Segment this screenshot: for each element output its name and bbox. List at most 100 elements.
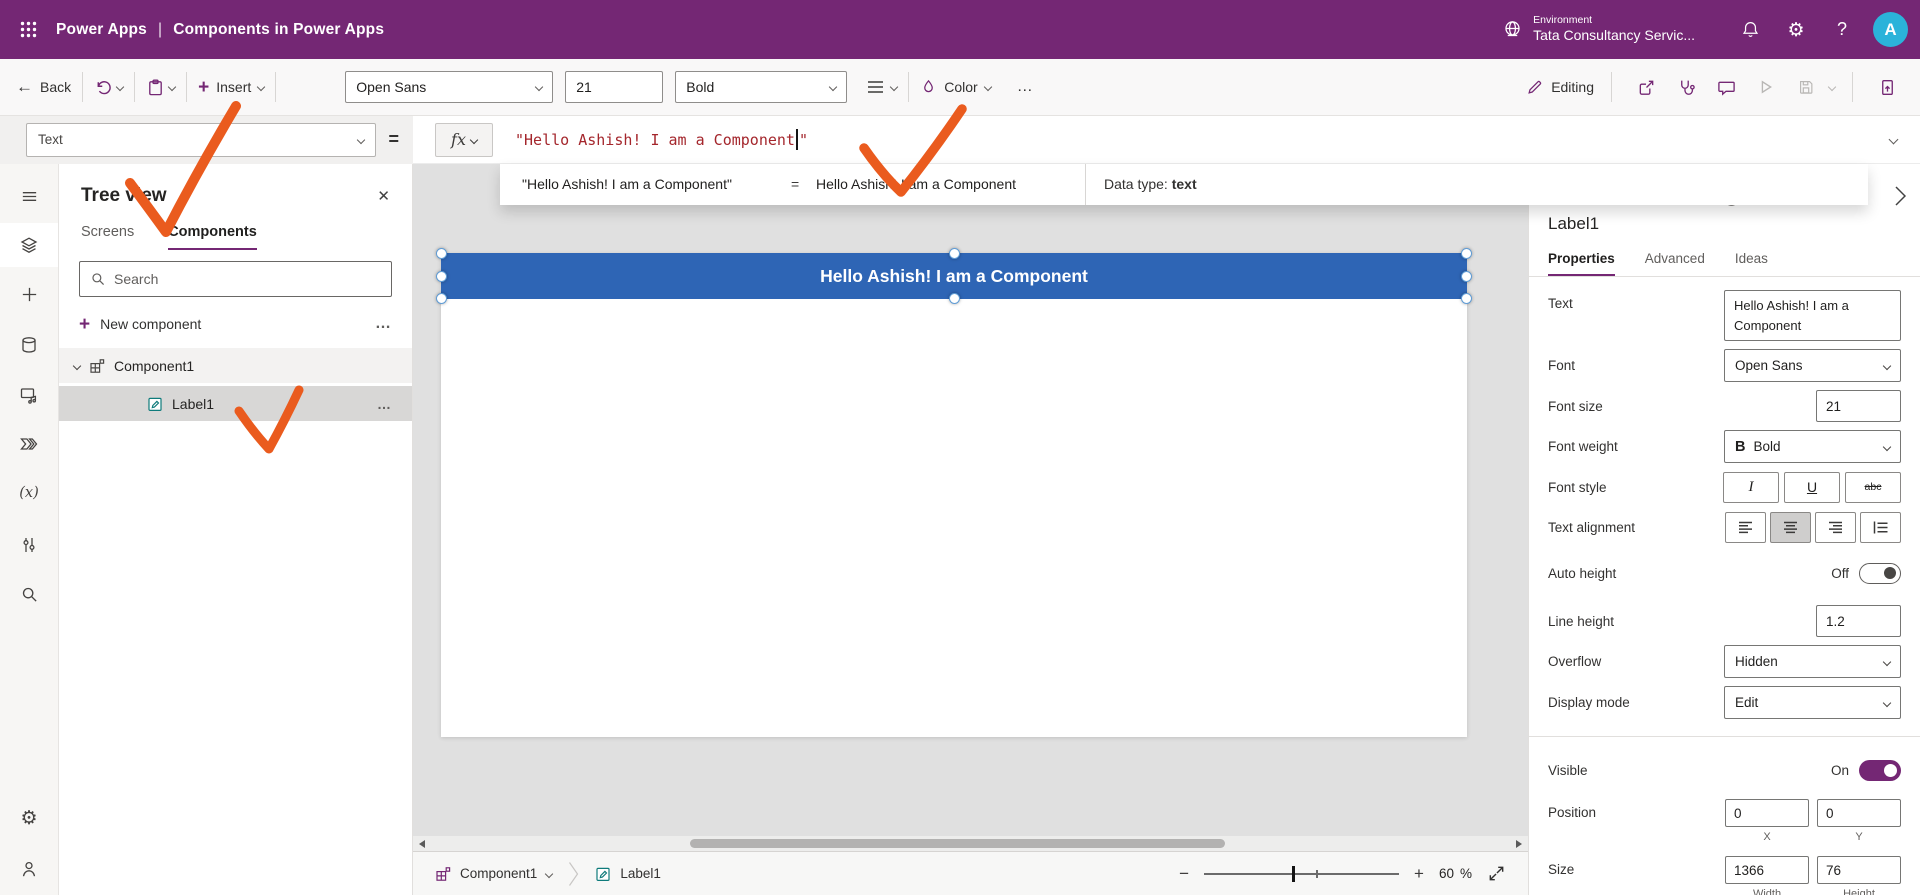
resize-handle-middle-left[interactable] [436, 271, 447, 282]
tree-item-component1[interactable]: Component1 [59, 348, 412, 383]
share-button[interactable] [1629, 70, 1663, 104]
rail-search-button[interactable] [0, 572, 58, 616]
design-canvas[interactable]: Hello Ashish! I am a Component [413, 164, 1528, 851]
breadcrumb-component[interactable]: Component1 [435, 866, 554, 882]
text-alignment-button[interactable] [867, 80, 899, 94]
position-y-input[interactable] [1817, 799, 1901, 827]
label1-control[interactable]: Hello Ashish! I am a Component [436, 248, 1472, 304]
comments-button[interactable] [1709, 70, 1743, 104]
intellisense-expression[interactable]: "Hello Ashish! I am a Component" [522, 176, 732, 192]
font-weight-property-value: Bold [1753, 439, 1781, 454]
save-dropdown[interactable] [1827, 82, 1837, 92]
size-width-input[interactable] [1725, 856, 1809, 884]
environment-picker[interactable]: Environment Tata Consultancy Servic... [1502, 14, 1695, 45]
font-family-dropdown[interactable]: Open Sans [345, 71, 554, 103]
tree-search-input[interactable] [114, 271, 381, 287]
resize-handle-top-right[interactable] [1461, 248, 1472, 259]
zoom-out-button[interactable]: − [1179, 864, 1189, 884]
visible-toggle[interactable] [1859, 759, 1901, 781]
size-height-input[interactable] [1817, 856, 1901, 884]
fullscreen-expand-icon[interactable] [1487, 864, 1506, 883]
formula-input[interactable]: "Hello Ashish! I am a Component " [493, 116, 1866, 164]
resize-handle-bottom-middle[interactable] [949, 293, 960, 304]
insert-button[interactable]: + Insert [198, 78, 266, 97]
scroll-right-arrow[interactable] [1516, 839, 1522, 848]
app-name[interactable]: Power Apps [56, 21, 147, 39]
tree-item-label1[interactable]: Label1 … [59, 386, 412, 421]
paste-button[interactable] [146, 78, 165, 97]
tab-properties[interactable]: Properties [1548, 251, 1615, 276]
resize-handle-middle-right[interactable] [1461, 271, 1472, 282]
scroll-left-arrow[interactable] [419, 839, 425, 848]
panel-collapse-chevron[interactable] [1894, 185, 1907, 207]
rail-media-button[interactable] [0, 373, 58, 417]
canvas-horizontal-scrollbar[interactable] [413, 836, 1528, 851]
overflow-property-dropdown[interactable]: Hidden [1724, 645, 1901, 678]
text-property-input[interactable]: Hello Ashish! I am a Component [1724, 290, 1901, 341]
rail-tree-view-button[interactable] [0, 223, 58, 267]
auto-height-toggle[interactable] [1859, 562, 1901, 584]
tab-ideas[interactable]: Ideas [1735, 251, 1768, 276]
resize-handle-bottom-right[interactable] [1461, 293, 1472, 304]
line-height-property-input[interactable] [1816, 605, 1901, 637]
zoom-slider-handle[interactable] [1292, 865, 1296, 882]
tab-advanced[interactable]: Advanced [1645, 251, 1705, 276]
breadcrumb-control[interactable]: Label1 [595, 866, 661, 882]
align-justify-button[interactable] [1860, 511, 1901, 543]
font-size-input[interactable]: 21 [565, 71, 664, 103]
rail-insert-button[interactable] [0, 272, 58, 316]
align-center-button[interactable] [1770, 511, 1811, 543]
italic-button[interactable]: I [1723, 471, 1779, 503]
user-avatar[interactable]: A [1873, 12, 1908, 47]
rail-data-button[interactable] [0, 323, 58, 367]
font-property-dropdown[interactable]: Open Sans [1724, 349, 1901, 382]
rail-menu-button[interactable] [0, 174, 58, 218]
tree-item-more-button[interactable]: … [377, 396, 412, 412]
resize-handle-bottom-left[interactable] [436, 293, 447, 304]
align-right-button[interactable] [1815, 511, 1856, 543]
strikethrough-button[interactable]: abc [1845, 471, 1901, 503]
expand-chevron-icon[interactable] [72, 361, 82, 370]
undo-dropdown[interactable] [115, 82, 125, 92]
font-weight-dropdown[interactable]: Bold [675, 71, 848, 103]
zoom-in-button[interactable]: + [1414, 864, 1424, 884]
resize-handle-top-middle[interactable] [949, 248, 960, 259]
preview-play-button[interactable] [1749, 70, 1783, 104]
settings-button[interactable]: ⚙ [1775, 8, 1817, 52]
back-button[interactable]: ← Back [16, 77, 71, 97]
display-mode-property-dropdown[interactable]: Edit [1724, 686, 1901, 719]
fx-dropdown[interactable]: fx [435, 122, 493, 157]
tab-screens[interactable]: Screens [81, 224, 134, 250]
new-component-button[interactable]: + New component … [59, 310, 412, 338]
formula-bar-expand-button[interactable] [1866, 116, 1920, 164]
editing-mode-button[interactable]: Editing [1526, 78, 1594, 96]
new-component-more-button[interactable]: … [375, 315, 392, 333]
component-artboard[interactable]: Hello Ashish! I am a Component [436, 248, 1472, 737]
align-left-button[interactable] [1725, 511, 1766, 543]
undo-button[interactable] [94, 78, 113, 97]
tab-components[interactable]: Components [168, 224, 257, 250]
property-selector-dropdown[interactable]: Text [26, 122, 377, 157]
save-button[interactable] [1789, 70, 1823, 104]
rail-variables-button[interactable]: (x) [0, 471, 58, 515]
color-button[interactable]: Color [920, 78, 992, 96]
underline-button[interactable]: U [1784, 471, 1840, 503]
scrollbar-thumb[interactable] [690, 839, 1225, 848]
app-checker-button[interactable] [1669, 70, 1703, 104]
font-size-property-input[interactable] [1816, 390, 1901, 422]
more-commands-button[interactable]: … [1017, 78, 1034, 96]
font-weight-property-dropdown[interactable]: B Bold [1724, 430, 1901, 463]
rail-power-automate-button[interactable] [0, 422, 58, 466]
paste-dropdown[interactable] [167, 82, 177, 92]
tree-view-close-button[interactable]: ✕ [377, 187, 390, 205]
publish-button[interactable] [1870, 70, 1904, 104]
position-x-input[interactable] [1725, 799, 1809, 827]
rail-accessibility-button[interactable] [0, 847, 58, 891]
rail-settings-button[interactable]: ⚙ [0, 796, 58, 840]
notifications-button[interactable] [1729, 8, 1771, 52]
zoom-slider[interactable] [1204, 865, 1400, 883]
app-launcher-waffle-icon[interactable] [0, 0, 56, 59]
rail-advanced-tools-button[interactable] [0, 523, 58, 567]
help-button[interactable]: ? [1821, 8, 1863, 52]
resize-handle-top-left[interactable] [436, 248, 447, 259]
